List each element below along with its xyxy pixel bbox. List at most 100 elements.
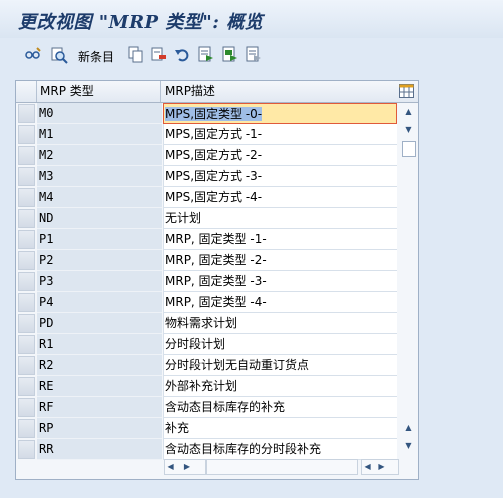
mrp-description-cell[interactable]: 无计划 [163, 208, 397, 229]
select-all-icon[interactable] [198, 46, 214, 64]
row-selector-button[interactable] [18, 167, 35, 186]
mrp-type-cell: M1 [37, 124, 162, 145]
table-row[interactable]: PD 物料需求计划 [16, 313, 400, 334]
mrp-description-text: 分时段计划无自动重订货点 [165, 358, 310, 372]
deselect-all-icon[interactable] [246, 46, 262, 64]
table-row[interactable]: M0 MPS,固定类型 -0- [16, 103, 400, 124]
mrp-type-cell: P2 [37, 250, 162, 271]
col2-hscroll-track[interactable] [206, 459, 358, 475]
mrp-type-cell: M0 [37, 103, 162, 124]
mrp-description-cell[interactable]: 含动态目标库存的补充 [163, 397, 397, 418]
select-block-icon[interactable] [222, 46, 238, 64]
table-row[interactable]: M2 MPS,固定方式 -2- [16, 145, 400, 166]
scroll-thumb[interactable] [402, 141, 416, 157]
mrp-types-table: MRP 类型 MRP描述 M0 MPS,固定类型 -0- M1 MPS,固定方式 -1… [15, 80, 419, 480]
mrp-description-text: 补充 [165, 421, 190, 435]
col1-hscroll[interactable]: ◀ ▶ [164, 459, 206, 475]
mrp-description-text: 无计划 [165, 211, 202, 225]
mrp-description-cell[interactable]: MPS,固定类型 -0- [163, 103, 397, 124]
scroll-down-icon[interactable]: ▼ [402, 123, 415, 136]
table-row[interactable]: P2 MRP, 固定类型 -2- [16, 250, 400, 271]
mrp-description-text: 外部补充计划 [165, 379, 238, 393]
row-selector-button[interactable] [18, 104, 35, 123]
col2-hscroll[interactable]: ◀ ▶ [361, 459, 399, 475]
table-header: MRP 类型 MRP描述 [16, 81, 418, 103]
mrp-description-cell[interactable]: MPS,固定方式 -3- [163, 166, 397, 187]
table-row[interactable]: M1 MPS,固定方式 -1- [16, 124, 400, 145]
vertical-scrollbar[interactable]: ▲ ▼ ▲ ▼ [400, 103, 417, 455]
table-row[interactable]: RF 含动态目标库存的补充 [16, 397, 400, 418]
mrp-description-text: MRP, 固定类型 -2- [165, 253, 267, 267]
row-selector-button[interactable] [18, 377, 35, 396]
mrp-description-cell[interactable]: MRP, 固定类型 -3- [163, 271, 397, 292]
scroll-page-up-icon[interactable]: ▲ [402, 421, 415, 434]
mrp-description-text: MPS,固定方式 -2- [165, 148, 263, 162]
mrp-type-cell: RE [37, 376, 162, 397]
mrp-description-text: MPS,固定方式 -4- [165, 190, 263, 204]
table-row[interactable]: RE 外部补充计划 [16, 376, 400, 397]
table-row[interactable]: P1 MRP, 固定类型 -1- [16, 229, 400, 250]
mrp-description-text: MPS,固定类型 -0- [165, 107, 263, 121]
mrp-type-cell: RF [37, 397, 162, 418]
mrp-description-cell[interactable]: 外部补充计划 [163, 376, 397, 397]
mrp-type-cell: M4 [37, 187, 162, 208]
table-row[interactable]: R2 分时段计划无自动重订货点 [16, 355, 400, 376]
row-selector-button[interactable] [18, 398, 35, 417]
column-header-mrp-description[interactable]: MRP描述 [162, 81, 397, 102]
row-selector-button[interactable] [18, 314, 35, 333]
table-settings-icon[interactable] [399, 84, 414, 98]
table-row[interactable]: RP 补充 [16, 418, 400, 439]
mrp-type-cell: R2 [37, 355, 162, 376]
window-title: 更改视图 "MRP 类型": 概览 [18, 12, 264, 33]
mrp-description-cell[interactable]: MRP, 固定类型 -2- [163, 250, 397, 271]
mrp-description-cell[interactable]: MPS,固定方式 -1- [163, 124, 397, 145]
mrp-description-cell[interactable]: 分时段计划 [163, 334, 397, 355]
mrp-description-text: MRP, 固定类型 -1- [165, 232, 267, 246]
copy-icon[interactable] [128, 46, 144, 64]
mrp-description-cell[interactable]: MPS,固定方式 -4- [163, 187, 397, 208]
row-selector-button[interactable] [18, 419, 35, 438]
row-selector-button[interactable] [18, 335, 35, 354]
select-all-rows-button[interactable] [16, 81, 37, 102]
mrp-type-cell: PD [37, 313, 162, 334]
table-row[interactable]: M4 MPS,固定方式 -4- [16, 187, 400, 208]
row-selector-button[interactable] [18, 251, 35, 270]
new-entries-button[interactable]: 新条目 [78, 48, 114, 65]
row-selector-button[interactable] [18, 188, 35, 207]
row-selector-button[interactable] [18, 293, 35, 312]
mrp-description-text: MPS,固定方式 -1- [165, 127, 263, 141]
table-row[interactable]: R1 分时段计划 [16, 334, 400, 355]
scroll-page-down-icon[interactable]: ▼ [402, 439, 415, 452]
row-selector-button[interactable] [18, 356, 35, 375]
find-icon[interactable] [50, 46, 68, 64]
row-selector-button[interactable] [18, 272, 35, 291]
mrp-description-text: 分时段计划 [165, 337, 226, 351]
mrp-description-text: 物料需求计划 [165, 316, 238, 330]
table-body: M0 MPS,固定类型 -0- M1 MPS,固定方式 -1- M2 MPS,固定方式 -… [16, 103, 400, 460]
display-change-icon[interactable] [24, 46, 42, 64]
table-row[interactable]: P3 MRP, 固定类型 -3- [16, 271, 400, 292]
mrp-type-cell: ND [37, 208, 162, 229]
row-selector-button[interactable] [18, 209, 35, 228]
table-row[interactable]: P4 MRP, 固定类型 -4- [16, 292, 400, 313]
undo-icon[interactable] [174, 46, 190, 64]
mrp-description-cell[interactable]: 补充 [163, 418, 397, 439]
application-toolbar: 新条目 [0, 38, 503, 72]
mrp-description-cell[interactable]: MRP, 固定类型 -4- [163, 292, 397, 313]
row-selector-button[interactable] [18, 146, 35, 165]
table-row[interactable]: ND 无计划 [16, 208, 400, 229]
mrp-description-cell[interactable]: MRP, 固定类型 -1- [163, 229, 397, 250]
title-bar: 更改视图 "MRP 类型": 概览 [0, 0, 503, 38]
row-selector-button[interactable] [18, 230, 35, 249]
mrp-description-cell[interactable]: 物料需求计划 [163, 313, 397, 334]
row-selector-button[interactable] [18, 125, 35, 144]
horizontal-scrollbars: ◀ ▶ ◀ ▶ [16, 457, 400, 477]
mrp-type-cell: R1 [37, 334, 162, 355]
column-header-mrp-type[interactable]: MRP 类型 [37, 81, 161, 102]
table-row[interactable]: M3 MPS,固定方式 -3- [16, 166, 400, 187]
delete-icon[interactable] [151, 46, 167, 64]
mrp-description-cell[interactable]: MPS,固定方式 -2- [163, 145, 397, 166]
scroll-up-icon[interactable]: ▲ [402, 105, 415, 118]
mrp-description-cell[interactable]: 分时段计划无自动重订货点 [163, 355, 397, 376]
mrp-description-text: MRP, 固定类型 -4- [165, 295, 267, 309]
